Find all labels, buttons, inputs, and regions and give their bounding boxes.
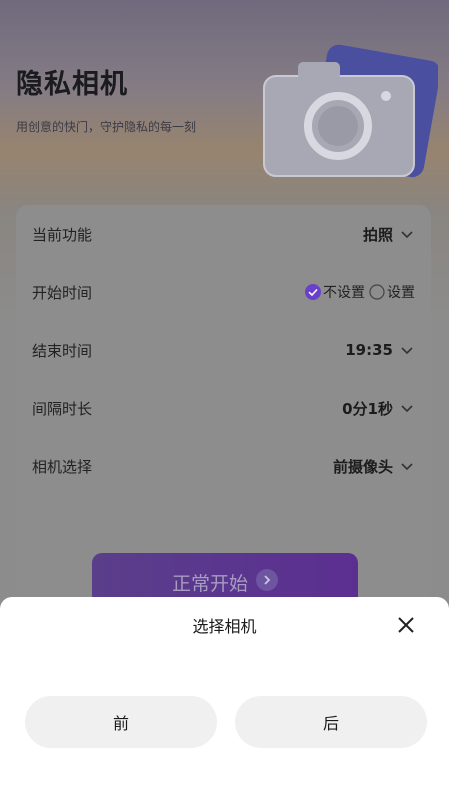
settings-card: 当前功能 拍照 开始时间 不设置 设置 结束时间 19:35 间隔时长 0分1秒… [16,205,431,600]
row-label: 相机选择 [32,457,93,476]
arrow-right-icon [256,569,278,591]
chevron-down-icon [401,405,413,413]
radio-option-set[interactable]: 设置 [369,282,415,302]
close-icon [398,617,414,633]
sheet-title: 选择相机 [192,617,257,636]
row-label: 间隔时长 [32,399,93,418]
radio-label: 设置 [387,285,415,301]
row-start-time: 开始时间 不设置 设置 [16,263,431,321]
row-camera-select[interactable]: 相机选择 前摄像头 [16,437,431,495]
chevron-down-icon [401,231,413,239]
start-time-radio-group: 不设置 设置 [301,282,415,302]
status-bar [0,0,449,40]
check-circle-icon [305,284,321,300]
row-value: 19:35 [345,341,415,359]
page-subtitle: 用创意的快门，守护隐私的每一刻 [16,120,197,134]
radio-option-not-set[interactable]: 不设置 [305,282,365,302]
camera-illustration [263,44,438,178]
row-label: 开始时间 [32,283,93,302]
rear-camera-option[interactable]: 后 [235,696,427,748]
row-label: 当前功能 [32,225,93,244]
close-button[interactable] [393,612,419,638]
row-value: 0分1秒 [342,398,415,419]
row-value: 前摄像头 [333,456,415,477]
function-value: 拍照 [362,225,393,244]
chevron-down-icon [401,463,413,471]
front-camera-option[interactable]: 前 [25,696,217,748]
row-label: 结束时间 [32,341,93,360]
row-end-time[interactable]: 结束时间 19:35 [16,321,431,379]
radio-label: 不设置 [323,285,365,301]
page-title: 隐私相机 [16,69,128,100]
radio-empty-icon [369,284,385,300]
camera-value: 前摄像头 [332,457,393,476]
row-value: 拍照 [363,224,415,245]
row-current-function[interactable]: 当前功能 拍照 [16,205,431,263]
chevron-down-icon [401,347,413,355]
start-button-label: 正常开始 [171,573,248,595]
row-interval[interactable]: 间隔时长 0分1秒 [16,379,431,437]
end-time-value: 19:35 [345,341,393,359]
interval-value: 0分1秒 [342,399,393,418]
